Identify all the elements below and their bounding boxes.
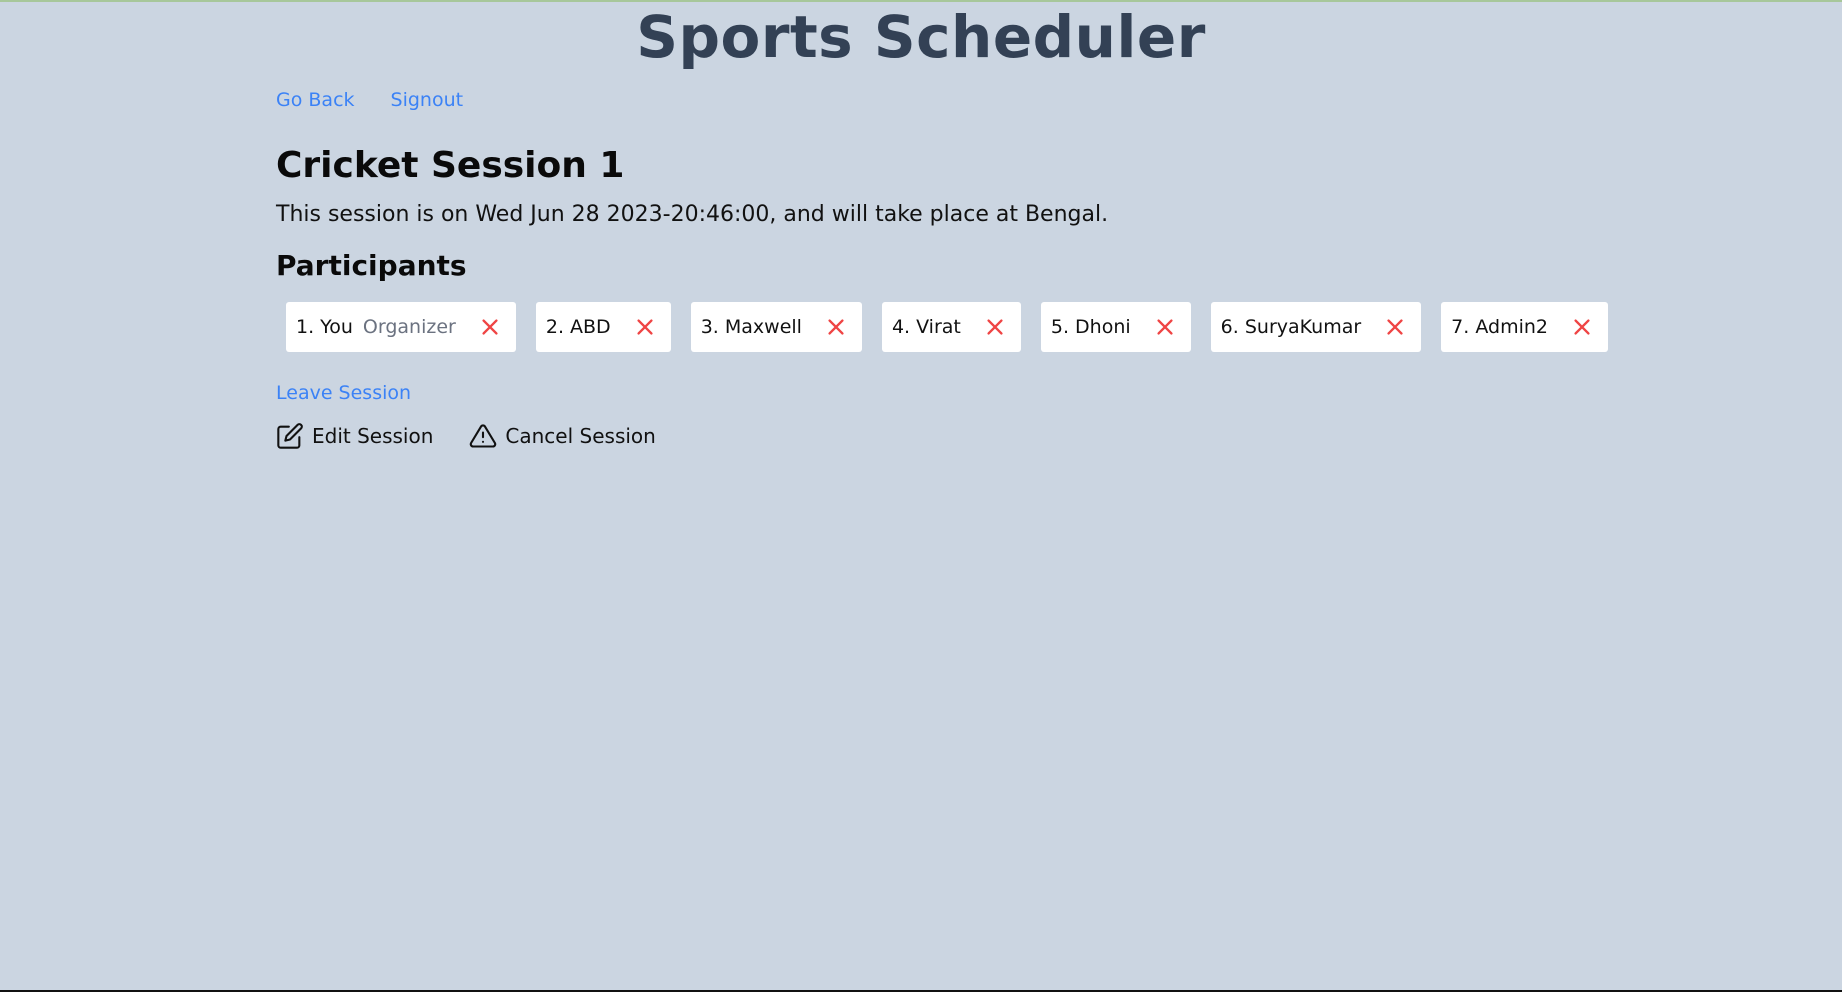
edit-icon (277, 423, 303, 449)
participant-name: 5. Dhoni (1050, 316, 1131, 338)
cancel-session-label: Cancel Session (505, 424, 656, 448)
close-icon (1387, 319, 1403, 335)
participants-heading: Participants (276, 249, 467, 282)
cancel-session-button[interactable]: Cancel Session (469, 422, 656, 450)
close-icon (987, 319, 1003, 335)
remove-participant-button[interactable] (1383, 315, 1407, 339)
app-title: Sports Scheduler (636, 3, 1206, 71)
participant-name: 6. SuryaKumar (1220, 316, 1362, 338)
go-back-link[interactable]: Go Back (276, 89, 355, 111)
participant-name: 7. Admin2 (1451, 316, 1548, 338)
remove-participant-button[interactable] (633, 315, 657, 339)
remove-participant-button[interactable] (983, 315, 1007, 339)
leave-session-link[interactable]: Leave Session (276, 382, 411, 404)
participant-role: Organizer (362, 316, 456, 338)
warning-icon (470, 424, 497, 448)
participant-chip: 4. Virat (881, 302, 1021, 352)
participant-name: 1. You (296, 316, 353, 338)
participant-chip: 7. Admin2 (1441, 302, 1608, 352)
session-actions: Edit Session Cancel Session (276, 422, 1676, 450)
close-icon (637, 319, 653, 335)
remove-participant-button[interactable] (1153, 315, 1177, 339)
remove-participant-button[interactable] (478, 315, 502, 339)
participant-name: 4. Virat (891, 316, 961, 338)
session-title: Cricket Session 1 (276, 145, 625, 186)
main-content: Go Back Signout Cricket Session 1 This s… (276, 84, 1676, 450)
participant-chip: 3. Maxwell (690, 302, 862, 352)
remove-participant-button[interactable] (824, 315, 848, 339)
close-icon (828, 319, 844, 335)
participant-chip: 5. Dhoni (1040, 302, 1191, 352)
participants-list: 1. You Organizer 2. ABD 3. Maxwell 4. Vi… (286, 302, 1676, 352)
signout-link[interactable]: Signout (391, 89, 464, 111)
close-icon (1574, 319, 1590, 335)
participant-chip: 2. ABD (535, 302, 671, 352)
participant-chip: 1. You Organizer (286, 302, 516, 352)
close-icon (482, 319, 498, 335)
remove-participant-button[interactable] (1570, 315, 1594, 339)
close-icon (1157, 319, 1173, 335)
participant-name: 3. Maxwell (700, 316, 802, 338)
participant-name: 2. ABD (545, 316, 611, 338)
edit-session-button[interactable]: Edit Session (276, 422, 433, 450)
session-description: This session is on Wed Jun 28 2023-20:46… (276, 202, 1109, 227)
participant-chip: 6. SuryaKumar (1210, 302, 1422, 352)
top-nav: Go Back Signout (276, 84, 1676, 116)
edit-session-label: Edit Session (312, 424, 434, 448)
